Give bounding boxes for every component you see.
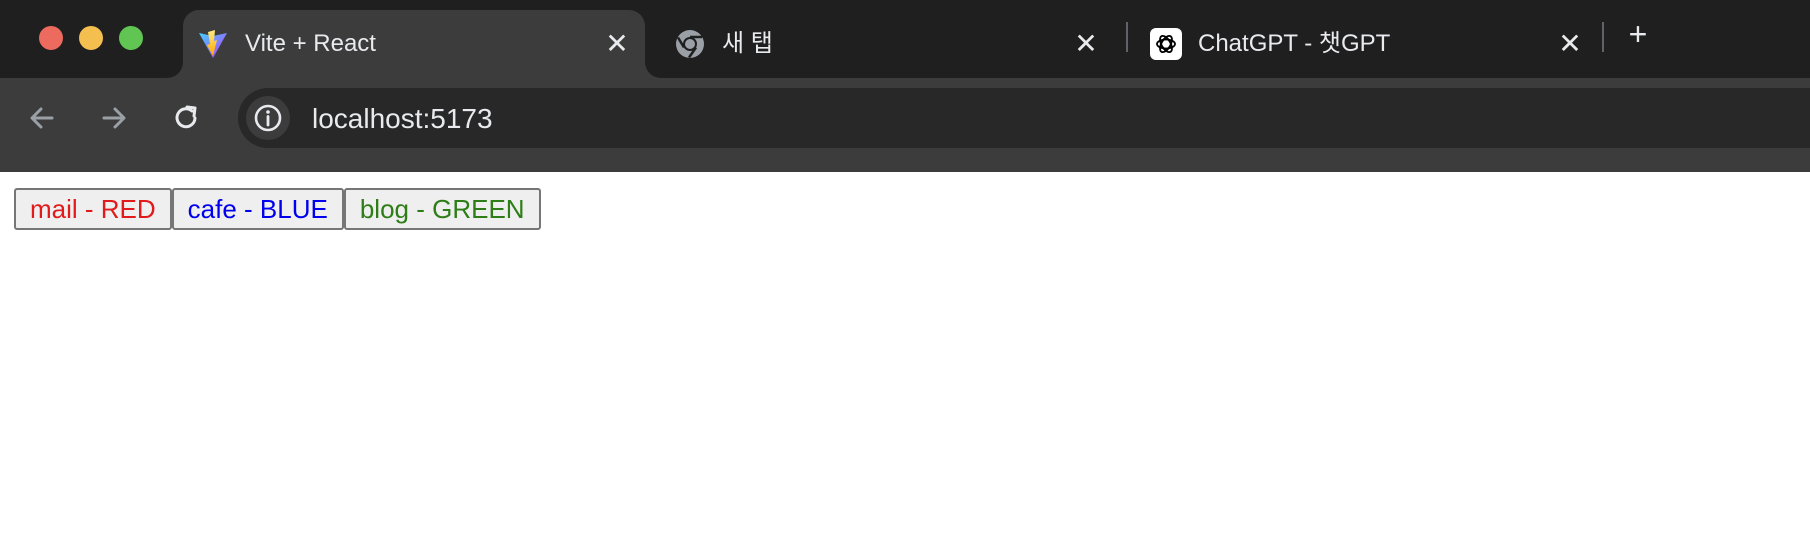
close-tab-icon[interactable]: ✕ <box>1072 30 1100 58</box>
tab-separator <box>1602 22 1604 52</box>
close-tab-icon[interactable]: ✕ <box>603 30 631 58</box>
tab-title: ChatGPT - 챗GPT <box>1198 30 1391 57</box>
site-info-button[interactable] <box>246 96 290 140</box>
tab-strip: Vite + React ✕ 새 탭 ✕ ChatGPT - 챗GPT ✕ + <box>0 0 1810 78</box>
url-text: localhost:5173 <box>312 103 493 134</box>
cafe-blue-button[interactable]: cafe - BLUE <box>171 188 344 230</box>
tab-vite-react[interactable]: Vite + React ✕ <box>183 10 645 78</box>
toolbar-bottom-strip <box>0 158 1810 172</box>
tab-title: 새 탭 <box>722 30 773 57</box>
page-content: mail - RED cafe - BLUE blog - GREEN <box>0 172 1810 538</box>
back-arrow-icon[interactable] <box>24 100 60 136</box>
close-tab-icon[interactable]: ✕ <box>1556 30 1584 58</box>
address-bar[interactable]: localhost:5173 <box>238 88 1810 148</box>
close-window-button[interactable] <box>39 26 63 50</box>
tab-separator <box>1126 22 1128 52</box>
vite-icon <box>199 30 227 58</box>
tab-chatgpt[interactable]: ChatGPT - 챗GPT ✕ <box>1136 10 1598 78</box>
toolbar: localhost:5173 <box>0 78 1810 158</box>
tab-new-tab[interactable]: 새 탭 ✕ <box>660 10 1114 78</box>
browser-chrome: Vite + React ✕ 새 탭 ✕ ChatGPT - 챗GPT ✕ + … <box>0 0 1810 172</box>
reload-icon[interactable] <box>168 100 204 136</box>
forward-arrow-icon[interactable] <box>96 100 132 136</box>
new-tab-button[interactable]: + <box>1622 18 1654 50</box>
chatgpt-icon <box>1150 28 1182 60</box>
button-row: mail - RED cafe - BLUE blog - GREEN <box>14 188 541 230</box>
info-icon <box>254 104 282 132</box>
minimize-window-button[interactable] <box>79 26 103 50</box>
blog-green-button[interactable]: blog - GREEN <box>343 188 541 230</box>
mail-red-button[interactable]: mail - RED <box>14 188 172 230</box>
chrome-icon <box>676 30 704 59</box>
zoom-window-button[interactable] <box>119 26 143 50</box>
tab-title: Vite + React <box>245 30 376 57</box>
